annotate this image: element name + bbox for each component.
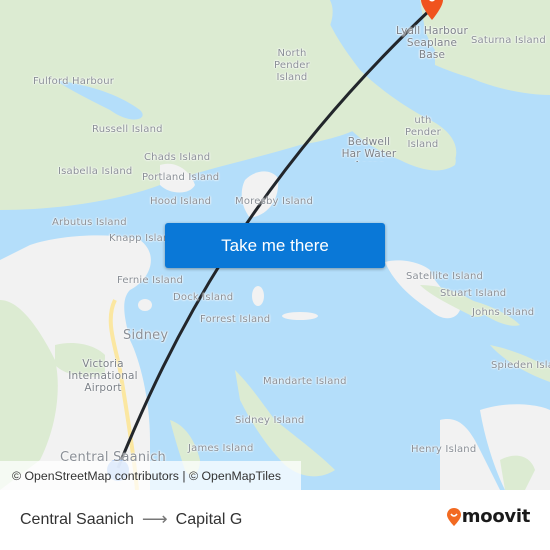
map-label: Mandarte Island [263,376,347,387]
map-label: Spieden Island [491,360,550,371]
map-label: Russell Island [92,124,163,135]
map-label: Henry Island [411,444,477,455]
moovit-pin-icon [446,507,461,526]
right-arrow-icon: ⟶ [141,509,168,529]
map-view[interactable]: Fulford Harbour Russell Island Chads Isl… [0,0,550,490]
map-label: Sidney Island [235,415,305,426]
map-label: James Island [188,443,254,454]
map-label: Stuart Island [440,288,507,299]
map-label: Saturna Island [471,35,546,46]
map-label: uth Pender Island [405,115,441,150]
islet [282,312,318,320]
map-label: Arbutus Island [52,217,127,228]
map-label: Dock Island [173,292,234,303]
moovit-logo[interactable]: moovit [446,506,531,527]
map-label: Moresby Island [235,196,313,207]
take-me-there-button[interactable]: Take me there [165,223,385,268]
map-label: Chads Island [144,152,211,163]
map-label: Satellite Island [406,271,484,282]
map-label: Hood Island [150,196,212,207]
map-label-poi: Lyall Harbour Seaplane Base [395,25,468,61]
brand-wordmark: moovit [461,506,531,527]
map-label-poi: Bedwell Har Water Aeroc [341,136,397,162]
islet [252,286,264,306]
map-label: Johns Island [472,307,535,318]
islet [138,299,152,311]
map-label: Portland Island [142,172,220,183]
origin-name: Central Saanich [20,510,134,528]
map-label: Fulford Harbour [33,76,115,87]
moresby-island-land [241,171,279,218]
map-label: Forrest Island [200,314,271,325]
map-label-town: Sidney [123,328,169,343]
map-label: North Pender Island [274,48,310,83]
map-label: Isabella Island [58,166,133,177]
destination-pin-icon[interactable] [421,0,443,20]
map-label-airport: Victoria International Airport [68,358,138,394]
map-label: Fernie Island [117,275,184,286]
map-attribution[interactable]: © OpenStreetMap contributors | © OpenMap… [0,461,301,490]
destination-name: Capital G [175,510,243,528]
route-title: Central Saanich ⟶ Capital G [20,509,242,530]
